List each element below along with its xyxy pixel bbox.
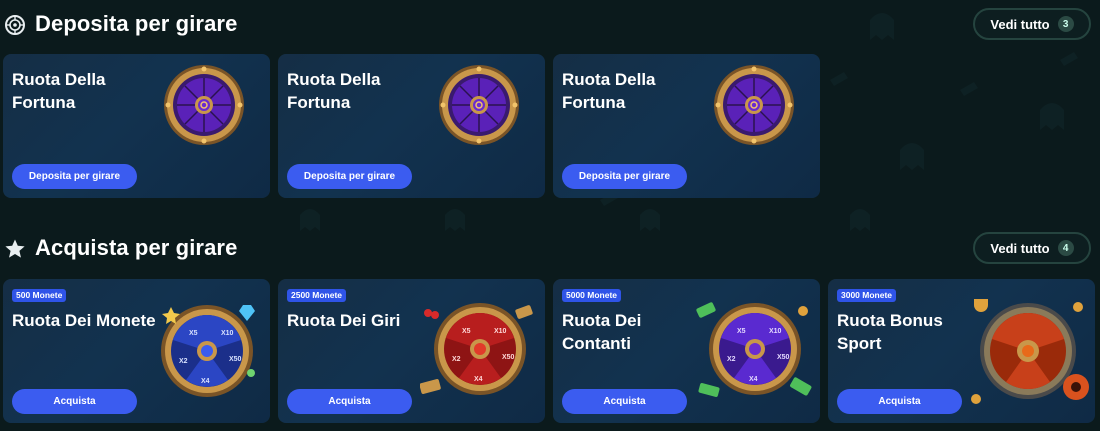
purple-wheel-image bbox=[714, 65, 794, 145]
buy-button[interactable]: Acquista bbox=[287, 389, 412, 414]
price-tag: 5000 Monete bbox=[562, 289, 622, 302]
spin-wheel-icon bbox=[5, 15, 25, 35]
price-tag: 3000 Monete bbox=[837, 289, 897, 302]
svg-text:X4: X4 bbox=[201, 378, 210, 385]
section-title: Deposita per girare bbox=[35, 11, 238, 36]
section-header: Deposita per girare Vedi tutto 3 bbox=[0, 3, 1100, 43]
wheel-card[interactable]: Ruota Della Fortuna Deposita per girare bbox=[278, 54, 545, 198]
violet-wheel-image: X5 X10 X50 X4 X2 bbox=[696, 302, 812, 397]
star-icon bbox=[5, 239, 25, 258]
purple-wheel-image bbox=[439, 65, 519, 145]
card-title: Ruota Dei Contanti bbox=[562, 311, 642, 353]
card-title: Ruota Della Fortuna bbox=[12, 70, 106, 112]
svg-text:X4: X4 bbox=[474, 376, 483, 383]
see-all-count-badge: 3 bbox=[1057, 16, 1074, 32]
wheel-card[interactable]: Ruota Della Fortuna Deposita per girare bbox=[3, 54, 270, 198]
svg-text:X4: X4 bbox=[749, 376, 758, 383]
card-title: Ruota Della Fortuna bbox=[287, 70, 381, 112]
deposit-to-spin-button[interactable]: Deposita per girare bbox=[12, 164, 137, 189]
svg-text:X2: X2 bbox=[727, 356, 736, 363]
price-tag: 2500 Monete bbox=[287, 289, 347, 302]
red-wheel-image: X5 X10 X50 X4 X2 bbox=[420, 303, 533, 395]
wheel-card[interactable]: 2500 Monete Ruota Dei Giri X5 X10 X50 X4 X2 … bbox=[278, 279, 545, 423]
orange-wheel-image bbox=[971, 299, 1089, 404]
svg-text:X5: X5 bbox=[462, 328, 471, 335]
svg-text:X10: X10 bbox=[494, 328, 507, 335]
deposit-to-spin-button[interactable]: Deposita per girare bbox=[287, 164, 412, 189]
purple-wheel-image bbox=[164, 65, 244, 145]
section-header: Acquista per girare Vedi tutto 4 bbox=[0, 227, 1100, 267]
svg-text:X50: X50 bbox=[502, 354, 515, 361]
wheel-card[interactable]: 500 Monete Ruota Dei Monete X5 X10 X50 X4 X2… bbox=[3, 279, 270, 423]
see-all-button[interactable]: Vedi tutto 3 bbox=[973, 8, 1091, 40]
card-title: Ruota Dei Monete bbox=[12, 311, 156, 330]
see-all-button[interactable]: Vedi tutto 4 bbox=[973, 232, 1091, 264]
price-tag: 500 Monete bbox=[12, 289, 67, 302]
wheel-card[interactable]: 3000 Monete Ruota Bonus Sport Acquista bbox=[828, 279, 1095, 423]
svg-text:X10: X10 bbox=[221, 330, 234, 337]
see-all-label: Vedi tutto bbox=[990, 16, 1050, 32]
svg-text:X50: X50 bbox=[229, 356, 242, 363]
wheel-card[interactable]: Ruota Della Fortuna Deposita per girare bbox=[553, 54, 820, 198]
card-title: Ruota Della Fortuna bbox=[562, 70, 656, 112]
svg-text:X2: X2 bbox=[179, 358, 188, 365]
section-title: Acquista per girare bbox=[35, 235, 238, 260]
card-title: Ruota Bonus Sport bbox=[837, 311, 943, 353]
svg-text:X2: X2 bbox=[452, 356, 461, 363]
see-all-label: Vedi tutto bbox=[990, 240, 1050, 256]
svg-text:X50: X50 bbox=[777, 354, 790, 361]
svg-text:X5: X5 bbox=[189, 330, 198, 337]
buy-button[interactable]: Acquista bbox=[12, 389, 137, 414]
svg-text:X10: X10 bbox=[769, 328, 782, 335]
deposit-to-spin-button[interactable]: Deposita per girare bbox=[562, 164, 687, 189]
wheel-card[interactable]: 5000 Monete Ruota Dei Contanti X5 X10 X50 X… bbox=[553, 279, 820, 423]
see-all-count-badge: 4 bbox=[1057, 240, 1074, 256]
buy-button[interactable]: Acquista bbox=[562, 389, 687, 414]
buy-button[interactable]: Acquista bbox=[837, 389, 962, 414]
card-title: Ruota Dei Giri bbox=[287, 311, 401, 330]
svg-text:X5: X5 bbox=[737, 328, 746, 335]
blue-wheel-image: X5 X10 X50 X4 X2 bbox=[161, 305, 255, 397]
